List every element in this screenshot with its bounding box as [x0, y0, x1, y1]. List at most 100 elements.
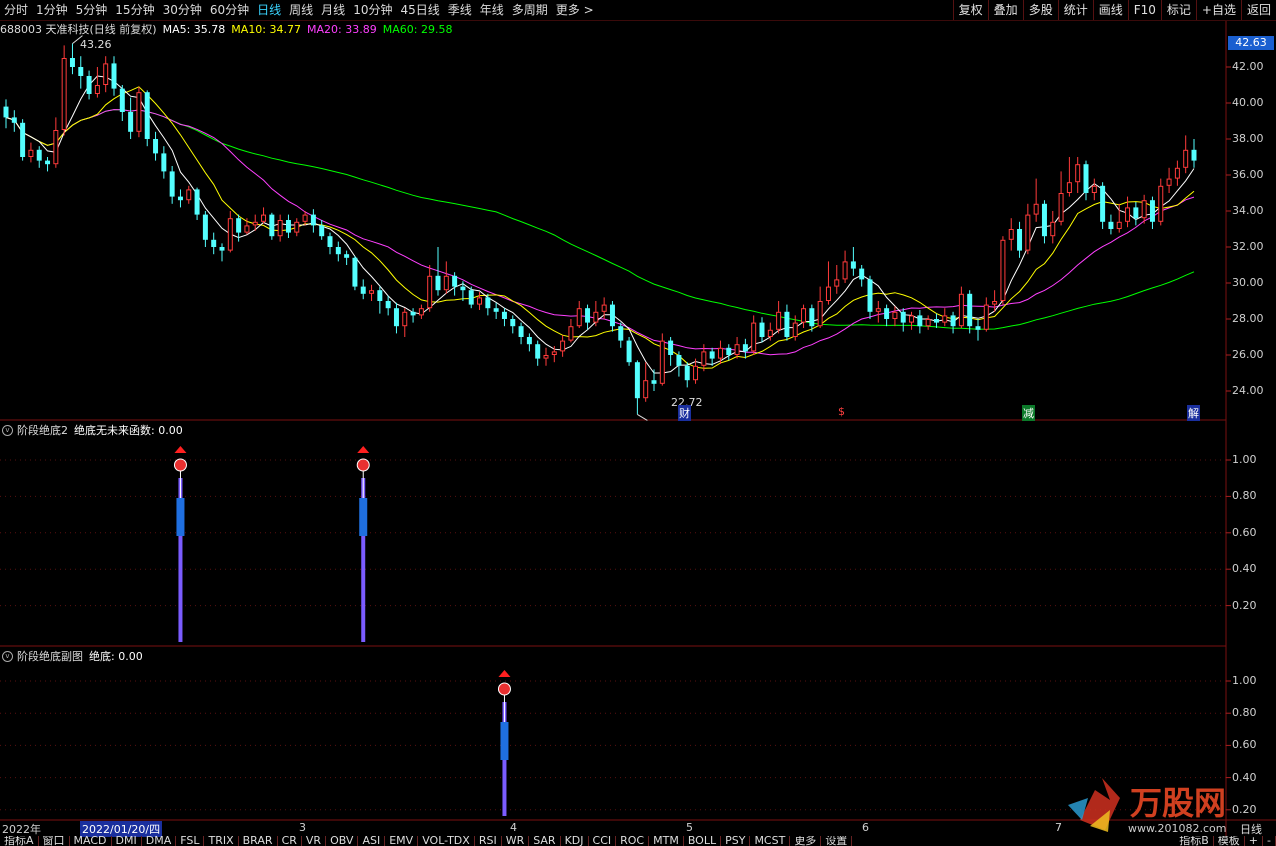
candle-body-42 — [352, 257, 358, 287]
price-markers — [72, 35, 648, 421]
candle-body-111 — [925, 319, 931, 327]
candle-body-68 — [568, 326, 574, 341]
indicator-tab-6[interactable]: TRIX — [204, 836, 239, 846]
indicator-tab-18[interactable]: CCI — [589, 836, 617, 846]
panel3-signal-1-block — [500, 722, 509, 760]
candle-body-125 — [1041, 203, 1047, 237]
indicator-tab-20[interactable]: MTM — [649, 836, 684, 846]
candle-body-123 — [1025, 214, 1031, 251]
panel2-signal-1-ball — [173, 458, 187, 472]
candle-body-10 — [86, 76, 92, 94]
indicator-tab-24[interactable]: 更多 — [790, 836, 822, 846]
indicator-tab-7[interactable]: BRAR — [239, 836, 278, 846]
candle-body-38 — [319, 225, 325, 237]
candle-body-90 — [751, 322, 757, 352]
candle-body-69 — [576, 308, 582, 327]
indicator-tab-1[interactable]: 窗口 — [39, 836, 70, 846]
indicator-tab-21[interactable]: BOLL — [684, 836, 722, 846]
date-label-month4: 4 — [510, 821, 517, 834]
indicator-tab-4[interactable]: DMA — [142, 836, 177, 846]
ma10-path — [5, 86, 1195, 369]
indicator-tab-16[interactable]: SAR — [529, 836, 561, 846]
ma60-path — [5, 109, 1195, 330]
indicator-tab-22[interactable]: PSY — [721, 836, 751, 846]
candle-body-95 — [792, 322, 798, 338]
panel2-tick-4: 0.20 — [1232, 598, 1257, 612]
candle-body-14 — [119, 88, 125, 112]
indicator-tab-12[interactable]: EMV — [385, 836, 419, 846]
candle-body-101 — [842, 261, 848, 280]
candle-body-50 — [418, 308, 424, 316]
candle-body-89 — [742, 344, 748, 352]
candle-body-134 — [1116, 221, 1122, 230]
event-label-reduce[interactable]: 减 — [1022, 405, 1035, 421]
candle-body-100 — [834, 279, 840, 287]
candle-body-19 — [161, 153, 167, 172]
event-label-unlock[interactable]: 解 — [1187, 405, 1200, 421]
candle-body-61 — [510, 319, 516, 327]
high-price-label: 43.26 — [80, 38, 112, 51]
panel2-signal-1-block — [176, 498, 185, 536]
panel3-title: 阶段绝底副图 — [17, 650, 83, 663]
indicator-right-0[interactable]: 指标B — [1175, 836, 1214, 846]
price-tick-6: 30.00 — [1232, 276, 1264, 289]
candle-body-3 — [28, 149, 34, 158]
candle-body-83 — [693, 365, 699, 381]
indicator-tab-2[interactable]: MACD — [70, 836, 112, 846]
candle-body-97 — [809, 308, 815, 327]
indicator-tab-9[interactable]: VR — [302, 836, 327, 846]
candle-body-133 — [1108, 221, 1114, 229]
candle-body-76 — [634, 362, 640, 399]
indicator-tab-11[interactable]: ASI — [358, 836, 386, 846]
price-tick-9: 24.00 — [1232, 384, 1264, 397]
event-label-finance[interactable]: 财 — [678, 405, 691, 421]
candle-body-56 — [468, 290, 474, 305]
candle-body-114 — [950, 315, 956, 327]
event-label-dividend[interactable]: $ — [838, 405, 845, 418]
candle-body-37 — [310, 214, 316, 226]
chart-canvas — [0, 21, 1276, 836]
date-axis-period: 日线 — [1240, 823, 1262, 836]
candle-body-70 — [585, 308, 591, 323]
candle-body-32 — [269, 214, 275, 237]
panel3-value: 绝底: 0.00 — [89, 650, 143, 663]
indicator-tab-13[interactable]: VOL-TDX — [418, 836, 475, 846]
price-tick-1: 40.00 — [1232, 96, 1264, 109]
panel2-menu-icon[interactable]: v — [2, 424, 13, 436]
candle-body-46 — [385, 301, 391, 309]
candle-body-45 — [377, 290, 383, 301]
indicator-tab-8[interactable]: CR — [278, 836, 302, 846]
signal-series — [173, 446, 511, 816]
candle-body-26 — [219, 247, 225, 251]
indicator-tab-10[interactable]: OBV — [326, 836, 359, 846]
candle-body-28 — [236, 218, 242, 233]
candle-body-67 — [560, 340, 566, 352]
panel2-signal-2-block — [359, 498, 368, 536]
date-label-cursor: 2022/01/20/四 — [80, 821, 163, 837]
indicator-tab-0[interactable]: 指标A — [0, 836, 39, 846]
svg-text:万股网: 万股网 — [1130, 784, 1226, 822]
candle-body-118 — [983, 304, 989, 330]
panel2-tick-1: 0.80 — [1232, 489, 1257, 503]
indicator-tab-23[interactable]: MCST — [750, 836, 791, 846]
candlestick-series — [3, 43, 1197, 415]
indicator-tab-15[interactable]: WR — [502, 836, 530, 846]
date-label-year: 2022年 — [2, 823, 41, 836]
panel2-title-row: v 阶段绝底2 绝底无未来函数: 0.00 — [0, 422, 183, 438]
indicator-tab-5[interactable]: FSL — [176, 836, 205, 846]
indicator-right-3[interactable]: - — [1263, 836, 1276, 846]
price-tick-4: 34.00 — [1232, 204, 1264, 217]
indicator-tab-19[interactable]: ROC — [616, 836, 650, 846]
panel3-menu-icon[interactable]: v — [2, 650, 13, 662]
indicator-right-1[interactable]: 模板 — [1214, 836, 1245, 846]
panel3-signal-1-ball — [497, 682, 511, 696]
candle-body-12 — [103, 63, 109, 86]
indicator-right-2[interactable]: + — [1245, 836, 1264, 846]
indicator-tab-25[interactable]: 设置 — [821, 836, 853, 846]
panel2-value: 绝底无未来函数: 0.00 — [74, 424, 183, 437]
candle-body-59 — [493, 308, 499, 312]
candle-body-39 — [327, 236, 333, 247]
indicator-tab-14[interactable]: RSI — [475, 836, 502, 846]
indicator-tab-3[interactable]: DMI — [112, 836, 142, 846]
indicator-tab-17[interactable]: KDJ — [561, 836, 589, 846]
